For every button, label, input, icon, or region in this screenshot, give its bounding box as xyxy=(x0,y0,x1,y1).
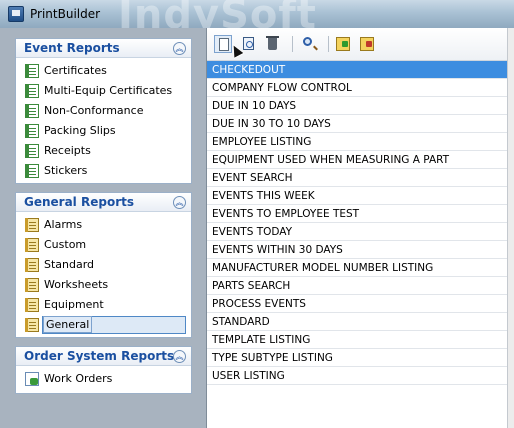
report-green-icon xyxy=(25,124,39,138)
import-button[interactable] xyxy=(334,35,352,53)
list-item[interactable]: EQUIPMENT USED WHEN MEASURING A PART xyxy=(207,151,514,169)
sidebar-item-equipment[interactable]: Equipment xyxy=(16,295,191,315)
window-title: PrintBuilder xyxy=(30,7,101,21)
list-item[interactable]: PROCESS EVENTS xyxy=(207,295,514,313)
order-system-reports-header[interactable]: Order System Reports ︽ xyxy=(16,347,191,366)
list-item[interactable]: PARTS SEARCH xyxy=(207,277,514,295)
list-item[interactable]: EVENTS TODAY xyxy=(207,223,514,241)
sidebar-item-alarms[interactable]: Alarms xyxy=(16,215,191,235)
sidebar-item-worksheets[interactable]: Worksheets xyxy=(16,275,191,295)
sidebar-item-non-conformance[interactable]: Non-Conformance xyxy=(16,101,191,121)
report-green-icon xyxy=(25,164,39,178)
sidebar-item-work-orders[interactable]: Work Orders xyxy=(16,369,191,389)
report-yellow-icon xyxy=(25,238,39,252)
sidebar-item-label: Certificates xyxy=(44,64,107,77)
sidebar-item-label: Standard xyxy=(44,258,95,271)
sidebar-item-custom[interactable]: Custom xyxy=(16,235,191,255)
sidebar-item-certificates[interactable]: Certificates xyxy=(16,61,191,81)
general-reports-group: General Reports ︽ Alarms Custom Standard… xyxy=(15,192,192,338)
search-icon xyxy=(303,37,312,46)
sidebar-item-label: Custom xyxy=(44,238,87,251)
import-icon xyxy=(336,37,350,51)
toolbar-separator xyxy=(328,36,329,52)
report-green-icon xyxy=(25,144,39,158)
preview-icon xyxy=(243,37,254,50)
title-bar: IndySoft PrintBuilder xyxy=(0,0,514,28)
list-item[interactable]: EMPLOYEE LISTING xyxy=(207,133,514,151)
event-reports-header[interactable]: Event Reports ︽ xyxy=(16,39,191,58)
list-item[interactable]: TYPE SUBTYPE LISTING xyxy=(207,349,514,367)
sidebar: Event Reports ︽ Certificates Multi-Equip… xyxy=(0,28,206,428)
sidebar-item-packing-slips[interactable]: Packing Slips xyxy=(16,121,191,141)
report-yellow-icon xyxy=(25,298,39,312)
sidebar-item-multi-equip-certificates[interactable]: Multi-Equip Certificates xyxy=(16,81,191,101)
list-item[interactable]: EVENTS WITHIN 30 DAYS xyxy=(207,241,514,259)
sidebar-item-label: Stickers xyxy=(44,164,88,177)
sidebar-item-standard[interactable]: Standard xyxy=(16,255,191,275)
sidebar-item-label: Worksheets xyxy=(44,278,109,291)
list-item[interactable]: STANDARD xyxy=(207,313,514,331)
sidebar-item-label: Multi-Equip Certificates xyxy=(44,84,173,97)
export-button[interactable] xyxy=(358,35,376,53)
list-item[interactable]: MANUFACTURER MODEL NUMBER LISTING xyxy=(207,259,514,277)
collapse-chevron-icon[interactable]: ︽ xyxy=(173,196,186,209)
collapse-chevron-icon[interactable]: ︽ xyxy=(173,42,186,55)
report-green-icon xyxy=(25,104,39,118)
list-item[interactable]: EVENTS THIS WEEK xyxy=(207,187,514,205)
list-item[interactable]: DUE IN 10 DAYS xyxy=(207,97,514,115)
order-report-icon xyxy=(25,372,39,386)
group-title: Order System Reports xyxy=(24,349,175,363)
list-item[interactable]: COMPANY FLOW CONTROL xyxy=(207,79,514,97)
sidebar-item-general[interactable]: General xyxy=(16,315,191,335)
delete-icon xyxy=(266,36,279,50)
collapse-chevron-icon[interactable]: ︽ xyxy=(173,350,186,363)
report-panel: CHECKEDOUT COMPANY FLOW CONTROL DUE IN 1… xyxy=(206,28,514,428)
title-watermark: IndySoft xyxy=(118,0,317,28)
delete-button[interactable] xyxy=(264,35,282,53)
report-list: CHECKEDOUT COMPANY FLOW CONTROL DUE IN 1… xyxy=(207,61,514,385)
new-report-icon xyxy=(219,38,229,51)
report-yellow-icon xyxy=(25,218,39,232)
sidebar-item-label: Receipts xyxy=(44,144,91,157)
search-button[interactable] xyxy=(300,35,318,53)
export-icon xyxy=(360,37,374,51)
report-green-icon xyxy=(25,84,39,98)
event-reports-group: Event Reports ︽ Certificates Multi-Equip… xyxy=(15,38,192,184)
sidebar-item-label: Alarms xyxy=(44,218,83,231)
list-item[interactable]: DUE IN 30 TO 10 DAYS xyxy=(207,115,514,133)
list-item[interactable]: EVENTS TO EMPLOYEE TEST xyxy=(207,205,514,223)
list-item[interactable]: CHECKEDOUT xyxy=(207,61,514,79)
list-item[interactable]: USER LISTING xyxy=(207,367,514,385)
report-green-icon xyxy=(25,64,39,78)
sidebar-item-receipts[interactable]: Receipts xyxy=(16,141,191,161)
order-system-reports-group: Order System Reports ︽ Work Orders xyxy=(15,346,192,394)
sidebar-item-label: General xyxy=(42,316,93,333)
sidebar-item-label: Non-Conformance xyxy=(44,104,144,117)
sidebar-item-label: Equipment xyxy=(44,298,104,311)
report-yellow-icon xyxy=(25,318,39,332)
app-icon xyxy=(8,6,24,22)
list-item[interactable]: TEMPLATE LISTING xyxy=(207,331,514,349)
sidebar-item-label: Work Orders xyxy=(44,372,113,385)
scrollbar-edge[interactable] xyxy=(507,28,514,428)
sidebar-item-stickers[interactable]: Stickers xyxy=(16,161,191,181)
toolbar-separator xyxy=(292,36,293,52)
group-title: General Reports xyxy=(24,195,134,209)
sidebar-item-label: Packing Slips xyxy=(44,124,116,137)
list-item[interactable]: EVENT SEARCH xyxy=(207,169,514,187)
report-yellow-icon xyxy=(25,278,39,292)
group-title: Event Reports xyxy=(24,41,120,55)
toolbar xyxy=(207,28,514,61)
general-reports-header[interactable]: General Reports ︽ xyxy=(16,193,191,212)
report-yellow-icon xyxy=(25,258,39,272)
